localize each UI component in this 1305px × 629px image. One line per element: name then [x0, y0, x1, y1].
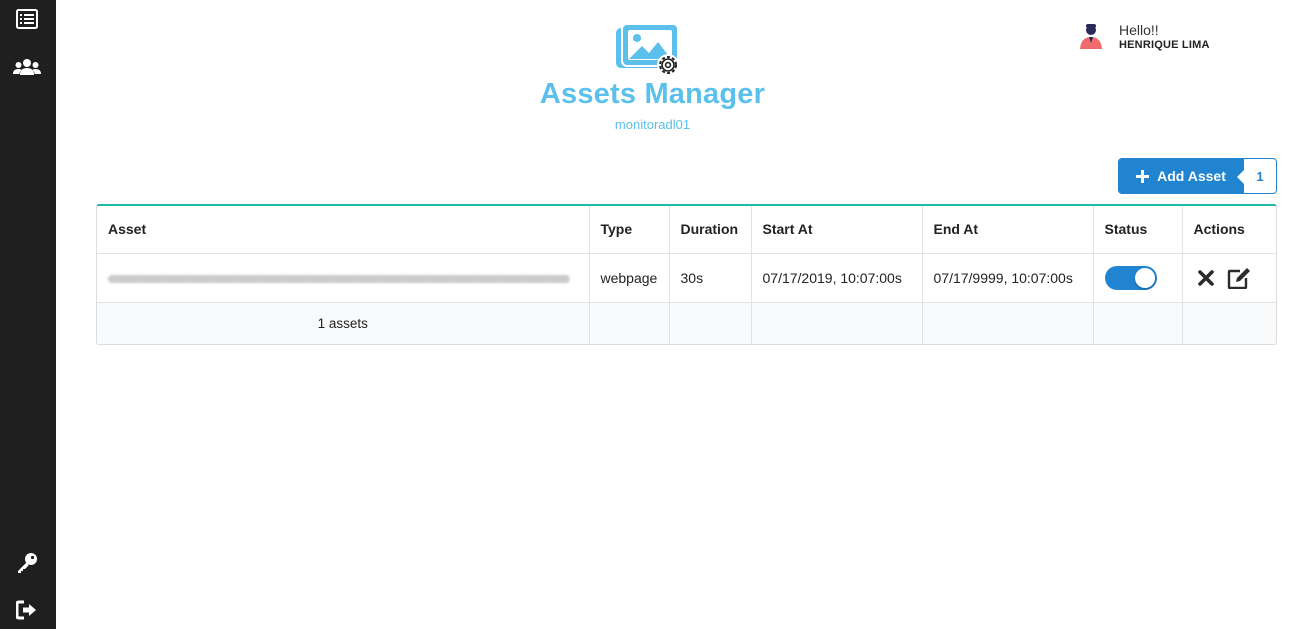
column-header-start-at[interactable]: Start At: [751, 206, 923, 254]
key-icon: [18, 553, 37, 573]
footer-cell: [589, 302, 670, 344]
close-icon: [1197, 269, 1214, 286]
user-name: HENRIQUE LIMA: [1119, 39, 1210, 51]
status-toggle[interactable]: [1104, 265, 1157, 290]
toggle-knob: [1134, 267, 1155, 288]
image-settings-icon: [616, 23, 679, 76]
add-asset-main[interactable]: Add Asset: [1118, 158, 1244, 194]
edit-icon: [1228, 267, 1251, 289]
key-button[interactable]: [12, 550, 42, 576]
column-header-duration[interactable]: Duration: [669, 206, 752, 254]
users-button[interactable]: [12, 54, 42, 80]
end-at-cell: 07/17/9999, 10:07:00s: [922, 253, 1094, 303]
delete-button[interactable]: [1194, 266, 1218, 290]
footer-cell: [1093, 302, 1183, 344]
column-header-asset[interactable]: Asset: [97, 206, 590, 254]
table-footer-row: 1 assets: [97, 302, 1276, 344]
logout-button[interactable]: [12, 597, 42, 623]
add-asset-label: Add Asset: [1157, 168, 1226, 184]
column-header-type[interactable]: Type: [589, 206, 670, 254]
table-header-row: Asset Type Duration Start At End At Stat…: [97, 206, 1276, 254]
footer-cell: [751, 302, 923, 344]
add-asset-button[interactable]: Add Asset 1: [1118, 158, 1277, 194]
column-header-end-at[interactable]: End At: [922, 206, 1094, 254]
start-at-cell: 07/17/2019, 10:07:00s: [751, 253, 923, 303]
column-header-actions: Actions: [1182, 206, 1276, 254]
assets-table: Asset Type Duration Start At End At Stat…: [96, 204, 1277, 345]
list-icon: [16, 9, 38, 29]
asset-cell: [97, 253, 590, 303]
user-greeting: Hello!!: [1119, 22, 1159, 38]
column-header-status[interactable]: Status: [1093, 206, 1183, 254]
page-subtitle: monitoradl01: [614, 117, 691, 132]
footer-cell: [1182, 302, 1276, 344]
users-icon: [13, 59, 41, 75]
table-row: webpage 30s 07/17/2019, 10:07:00s 07/17/…: [97, 253, 1276, 303]
footer-cell: [922, 302, 1094, 344]
assets-list-button[interactable]: [12, 6, 42, 32]
avatar: [1080, 24, 1102, 49]
logout-icon: [16, 600, 36, 620]
type-cell: webpage: [589, 253, 670, 303]
duration-cell: 30s: [669, 253, 752, 303]
asset-count-badge: 1: [1237, 158, 1277, 194]
asset-url-redacted: [108, 274, 570, 283]
sidebar: [0, 0, 56, 629]
assets-count: 1 assets: [97, 302, 590, 344]
status-cell: [1093, 253, 1183, 303]
actions-cell: [1182, 253, 1276, 303]
plus-icon: [1136, 169, 1150, 183]
page-title: Assets Manager: [539, 78, 766, 110]
assets-manager-logo: [614, 22, 682, 78]
footer-cell: [669, 302, 752, 344]
user-info: Hello!! HENRIQUE LIMA: [1077, 22, 1277, 58]
edit-button[interactable]: [1227, 266, 1251, 290]
